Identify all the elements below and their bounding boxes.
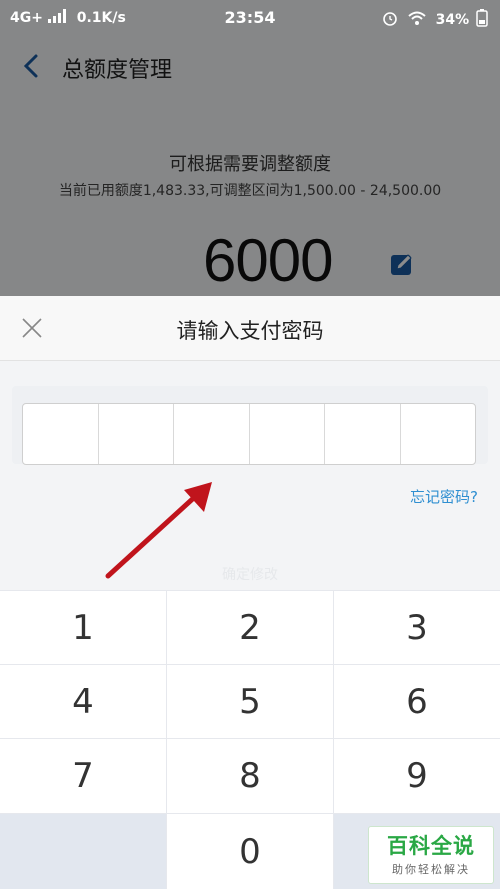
key-1[interactable]: 1	[0, 591, 166, 664]
pin-digit	[99, 404, 174, 464]
watermark-logo: 百科全说 助你轻松解决	[368, 826, 494, 884]
pin-digit	[23, 404, 99, 464]
pin-digit	[401, 404, 476, 464]
key-9[interactable]: 9	[334, 739, 500, 813]
key-0[interactable]: 0	[167, 814, 333, 889]
status-bar: 4G+ 0.1K/s 23:54 34%	[0, 0, 500, 34]
battery-level: 34%	[435, 12, 470, 28]
sheet-title: 请输入支付密码	[176, 319, 324, 343]
key-5[interactable]: 5	[167, 665, 333, 738]
alarm-icon	[383, 12, 397, 26]
password-input[interactable]	[22, 403, 476, 465]
key-blank	[0, 814, 166, 889]
key-3[interactable]: 3	[334, 591, 500, 664]
pin-digit	[250, 404, 325, 464]
key-4[interactable]: 4	[0, 665, 166, 738]
pin-digit	[174, 404, 250, 464]
key-7[interactable]: 7	[0, 739, 166, 813]
key-2[interactable]: 2	[167, 591, 333, 664]
forgot-password-link[interactable]: 忘记密码?	[410, 486, 478, 507]
status-right: 34%	[382, 9, 488, 28]
key-8[interactable]: 8	[167, 739, 333, 813]
battery-icon	[476, 9, 488, 27]
watermark-title: 百科全说	[387, 834, 475, 858]
watermark-subtitle: 助你轻松解决	[392, 863, 470, 876]
key-6[interactable]: 6	[334, 665, 500, 738]
sheet-header: 请输入支付密码	[0, 296, 500, 361]
confirm-button[interactable]: 确定修改	[0, 564, 500, 584]
pin-digit	[325, 404, 401, 464]
annotation-arrow-icon	[105, 482, 212, 579]
wifi-icon	[408, 11, 426, 25]
